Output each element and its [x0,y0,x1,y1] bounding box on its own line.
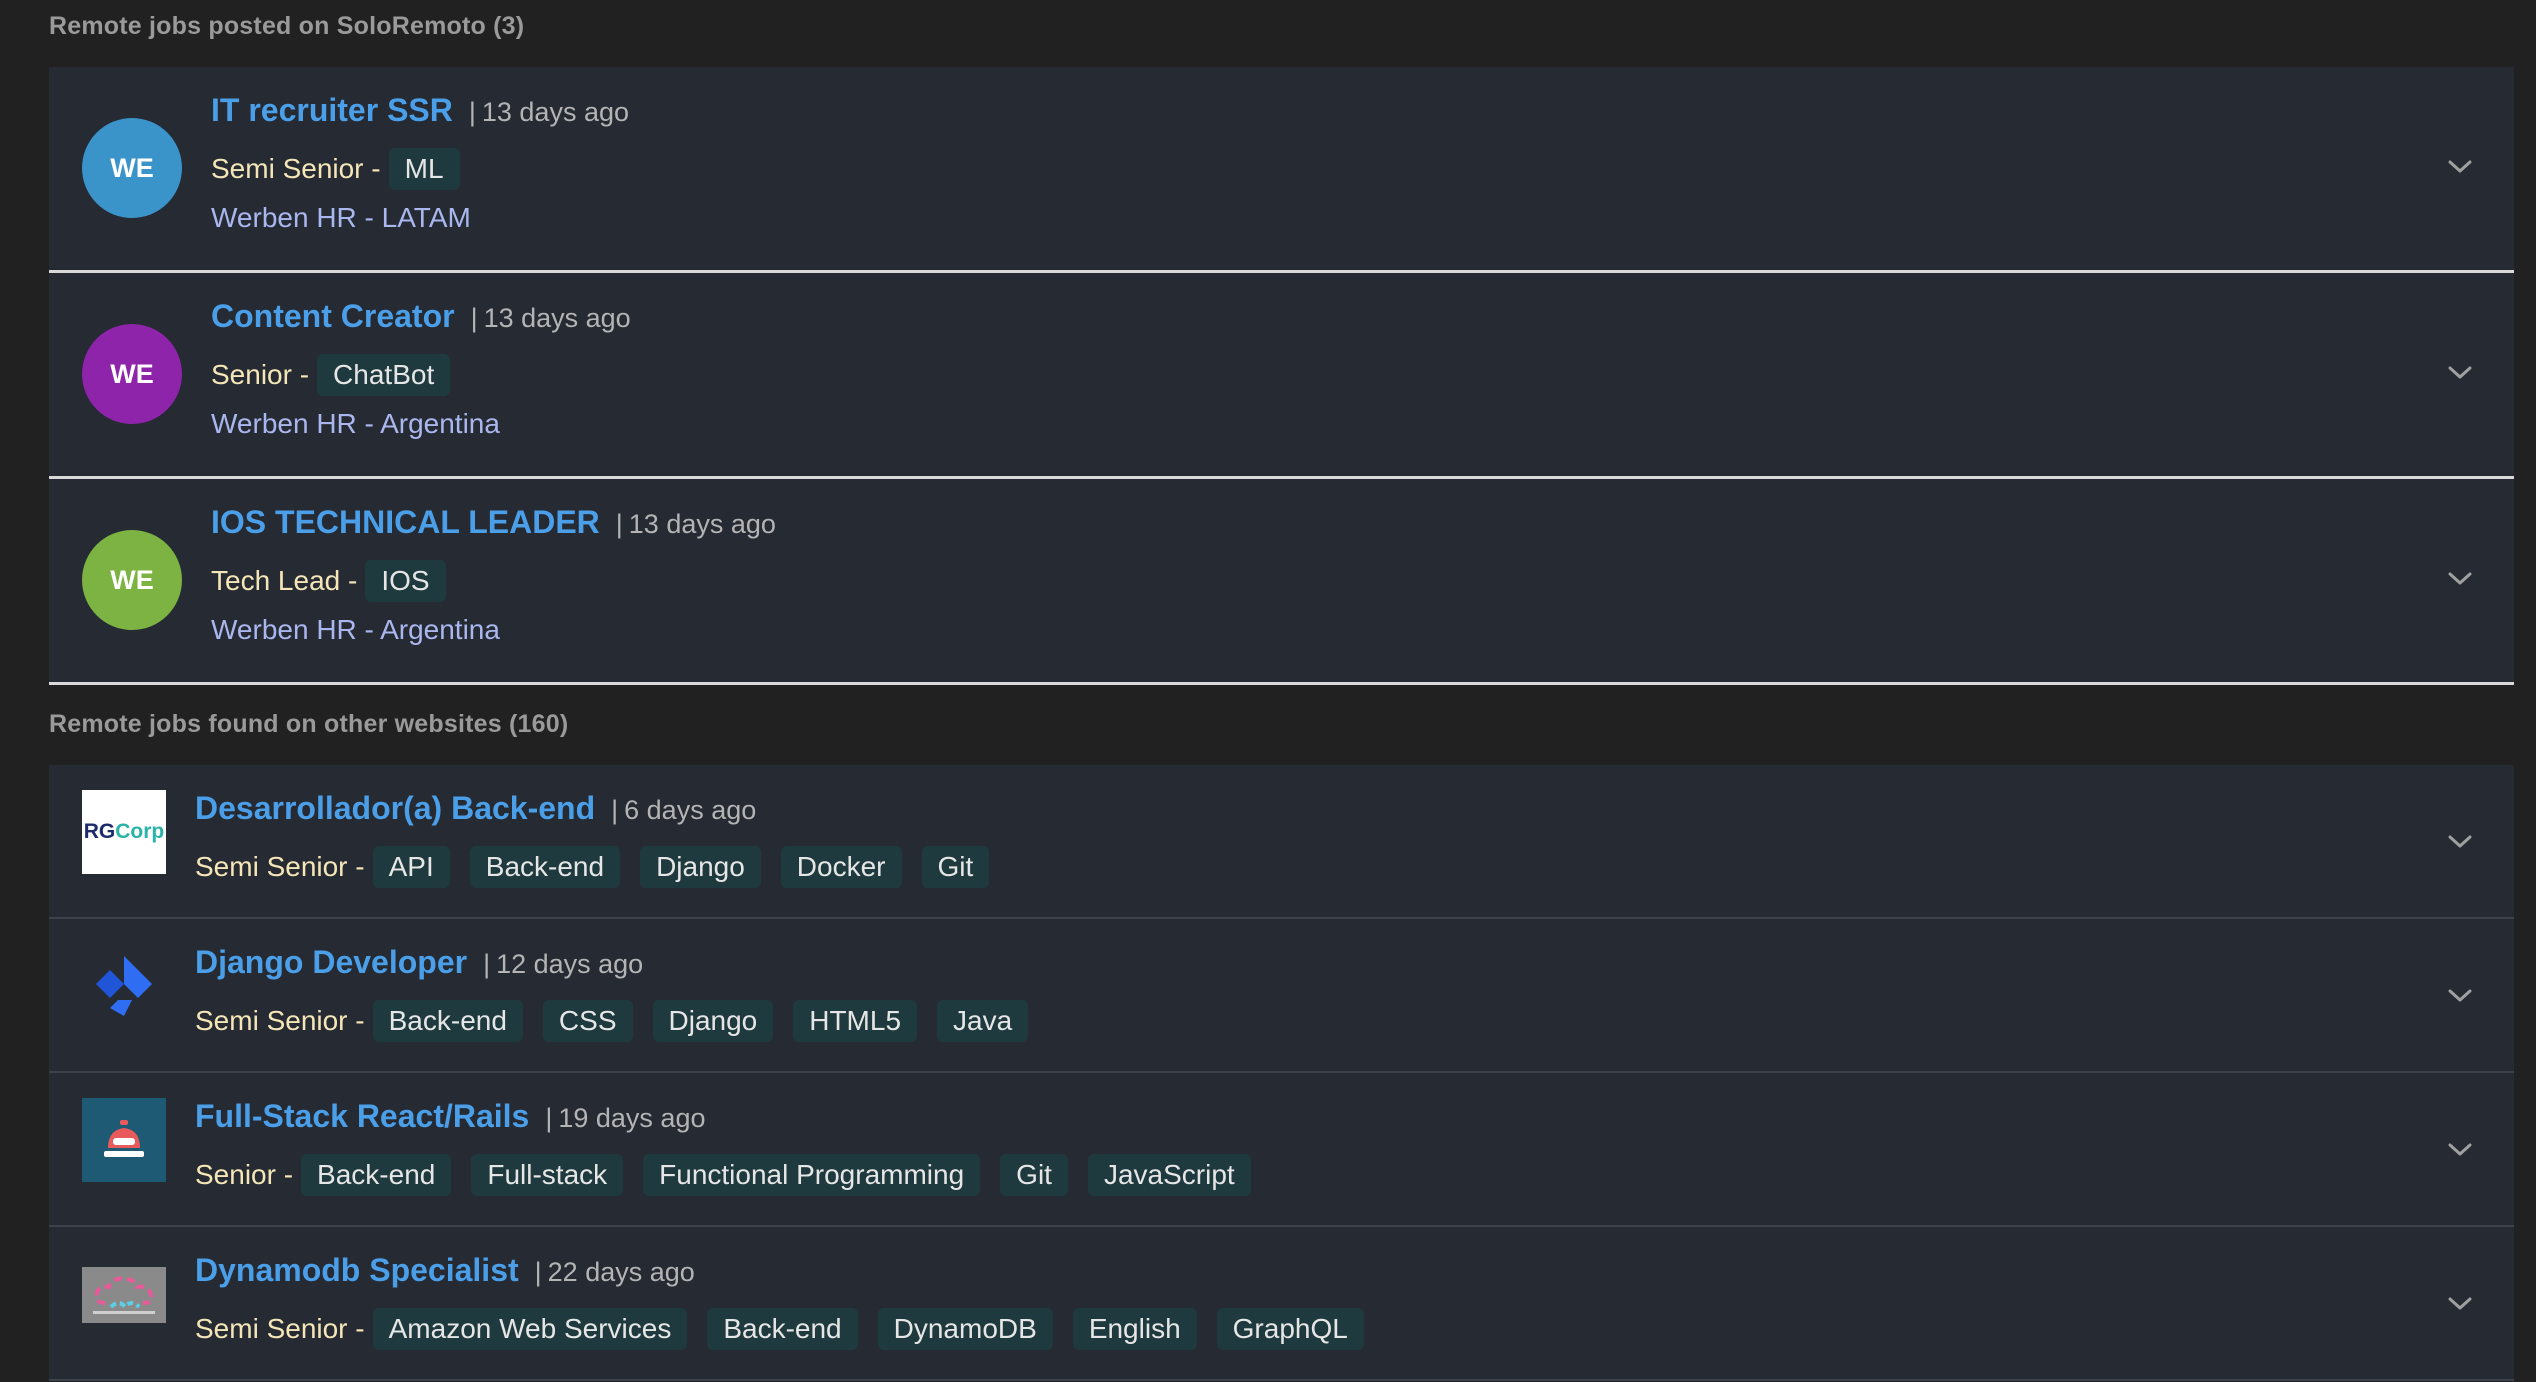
company-avatar: WE [82,118,182,218]
skill-tag[interactable]: Full-stack [471,1154,624,1196]
seniority-level: Semi Senior - [195,851,365,882]
job-listings-page: Remote jobs posted on SoloRemoto (3) WE … [0,0,2536,1382]
job-card[interactable]: WE Content Creator | 13 days ago Senior -… [49,273,2514,479]
posted-time-text: 13 days ago [628,509,776,539]
skill-tag[interactable]: Django [652,1000,774,1042]
skill-tag[interactable]: English [1072,1308,1197,1350]
job-title-link[interactable]: IOS TECHNICAL LEADER [211,504,600,541]
section-title-other: Remote jobs found on other websites (160… [49,710,569,738]
company-avatar: WE [82,324,182,424]
job-card-body: Content Creator | 13 days ago Senior - Ch… [211,298,631,440]
seniority-level: Senior - [211,359,310,390]
skill-tag[interactable]: Docker [780,846,902,888]
posted-time-text: 19 days ago [558,1103,706,1133]
django-company-logo [82,944,166,1028]
rgcorp-logo-text-a: RG [83,820,116,843]
chevron-down-icon[interactable] [2446,828,2474,856]
skill-tag[interactable]: API [372,846,450,888]
skill-tag[interactable]: ChatBot [317,354,451,396]
skill-tag[interactable]: HTML5 [793,1000,918,1042]
chevron-down-icon[interactable] [2446,565,2474,593]
rgcorp-logo: RG Corp [82,790,166,874]
chevron-down-icon[interactable] [2446,982,2474,1010]
skill-tag[interactable]: Back-end [301,1154,452,1196]
job-card-body: Desarrollador(a) Back-end | 6 days ago Se… [195,790,1009,890]
skill-tag[interactable]: Back-end [469,846,621,888]
job-card[interactable]: RG Corp Desarrollador(a) Back-end | 6 days… [49,765,2514,919]
posted-time: | 13 days ago [470,303,631,333]
posted-time: | 13 days ago [468,97,629,127]
seniority-level: Semi Senior - [195,1313,365,1344]
posted-time: | 12 days ago [483,949,644,979]
posted-jobs-list: WE IT recruiter SSR | 13 days ago Semi Se… [49,67,2514,685]
seniority-level: Semi Senior - [211,153,381,184]
posted-time: | 6 days ago [611,795,757,825]
company-avatar: WE [82,530,182,630]
company-location: Werben HR - Argentina [211,614,500,645]
chevron-down-icon[interactable] [2446,359,2474,387]
skill-tag[interactable]: Back-end [372,1000,523,1042]
skill-tag[interactable]: ML [388,148,460,190]
skill-tag[interactable]: Back-end [707,1308,858,1350]
posted-time-text: 13 days ago [481,97,629,127]
job-title-link[interactable]: Desarrollador(a) Back-end [195,790,595,827]
job-card-body: Full-Stack React/Rails | 19 days ago Seni… [195,1098,1271,1198]
posted-time-text: 13 days ago [483,303,631,333]
posted-time: | 13 days ago [615,509,776,539]
service-bell-logo [82,1098,166,1182]
company-location: Werben HR - LATAM [211,202,471,233]
skill-tag[interactable]: DynamoDB [877,1308,1053,1350]
chevron-down-icon[interactable] [2446,1290,2474,1318]
posted-time: | 19 days ago [545,1103,706,1133]
job-card[interactable]: Full-Stack React/Rails | 19 days ago Seni… [49,1073,2514,1227]
skill-tag[interactable]: Amazon Web Services [372,1308,688,1350]
job-title-link[interactable]: Full-Stack React/Rails [195,1098,529,1135]
job-title-link[interactable]: Content Creator [211,298,455,335]
job-title-link[interactable]: IT recruiter SSR [211,92,453,129]
posted-time-text: 22 days ago [547,1257,695,1287]
company-location: Werben HR - Argentina [211,408,500,439]
chevron-down-icon[interactable] [2446,1136,2474,1164]
job-card-body: Django Developer | 12 days ago Semi Senio… [195,944,1048,1044]
skill-tag[interactable]: Git [1000,1154,1068,1196]
job-card-body: Dynamodb Specialist | 22 days ago Semi Se… [195,1252,1384,1352]
skill-tag[interactable]: IOS [365,560,446,602]
skill-tag[interactable]: Functional Programming [643,1154,981,1196]
chevron-down-icon[interactable] [2446,153,2474,181]
rgcorp-logo-text-b: Corp [115,820,165,843]
seniority-level: Tech Lead - [211,565,358,596]
skill-tag[interactable]: GraphQL [1216,1308,1364,1350]
job-card-body: IT recruiter SSR | 13 days ago Semi Senio… [211,92,629,234]
job-card[interactable]: WE IT recruiter SSR | 13 days ago Semi Se… [49,67,2514,273]
other-jobs-list: RG Corp Desarrollador(a) Back-end | 6 days… [49,765,2514,1381]
posted-time-text: 6 days ago [624,795,757,825]
cloud-coders-logo [82,1267,166,1323]
seniority-level: Senior - [195,1159,294,1190]
section-title-posted: Remote jobs posted on SoloRemoto (3) [49,12,525,40]
skill-tag[interactable]: CSS [542,1000,633,1042]
job-card[interactable]: WE IOS TECHNICAL LEADER | 13 days ago Tec… [49,479,2514,685]
posted-time: | 22 days ago [534,1257,695,1287]
skill-tag[interactable]: Git [921,846,990,888]
skill-tag[interactable]: JavaScript [1087,1154,1251,1196]
job-title-link[interactable]: Django Developer [195,944,467,981]
skill-tag[interactable]: Django [640,846,761,888]
skill-tag[interactable]: Java [937,1000,1029,1042]
job-card-body: IOS TECHNICAL LEADER | 13 days ago Tech L… [211,504,776,646]
job-card[interactable]: Django Developer | 12 days ago Semi Senio… [49,919,2514,1073]
job-title-link[interactable]: Dynamodb Specialist [195,1252,519,1289]
job-card[interactable]: Dynamodb Specialist | 22 days ago Semi Se… [49,1227,2514,1381]
posted-time-text: 12 days ago [496,949,644,979]
seniority-level: Semi Senior - [195,1005,365,1036]
